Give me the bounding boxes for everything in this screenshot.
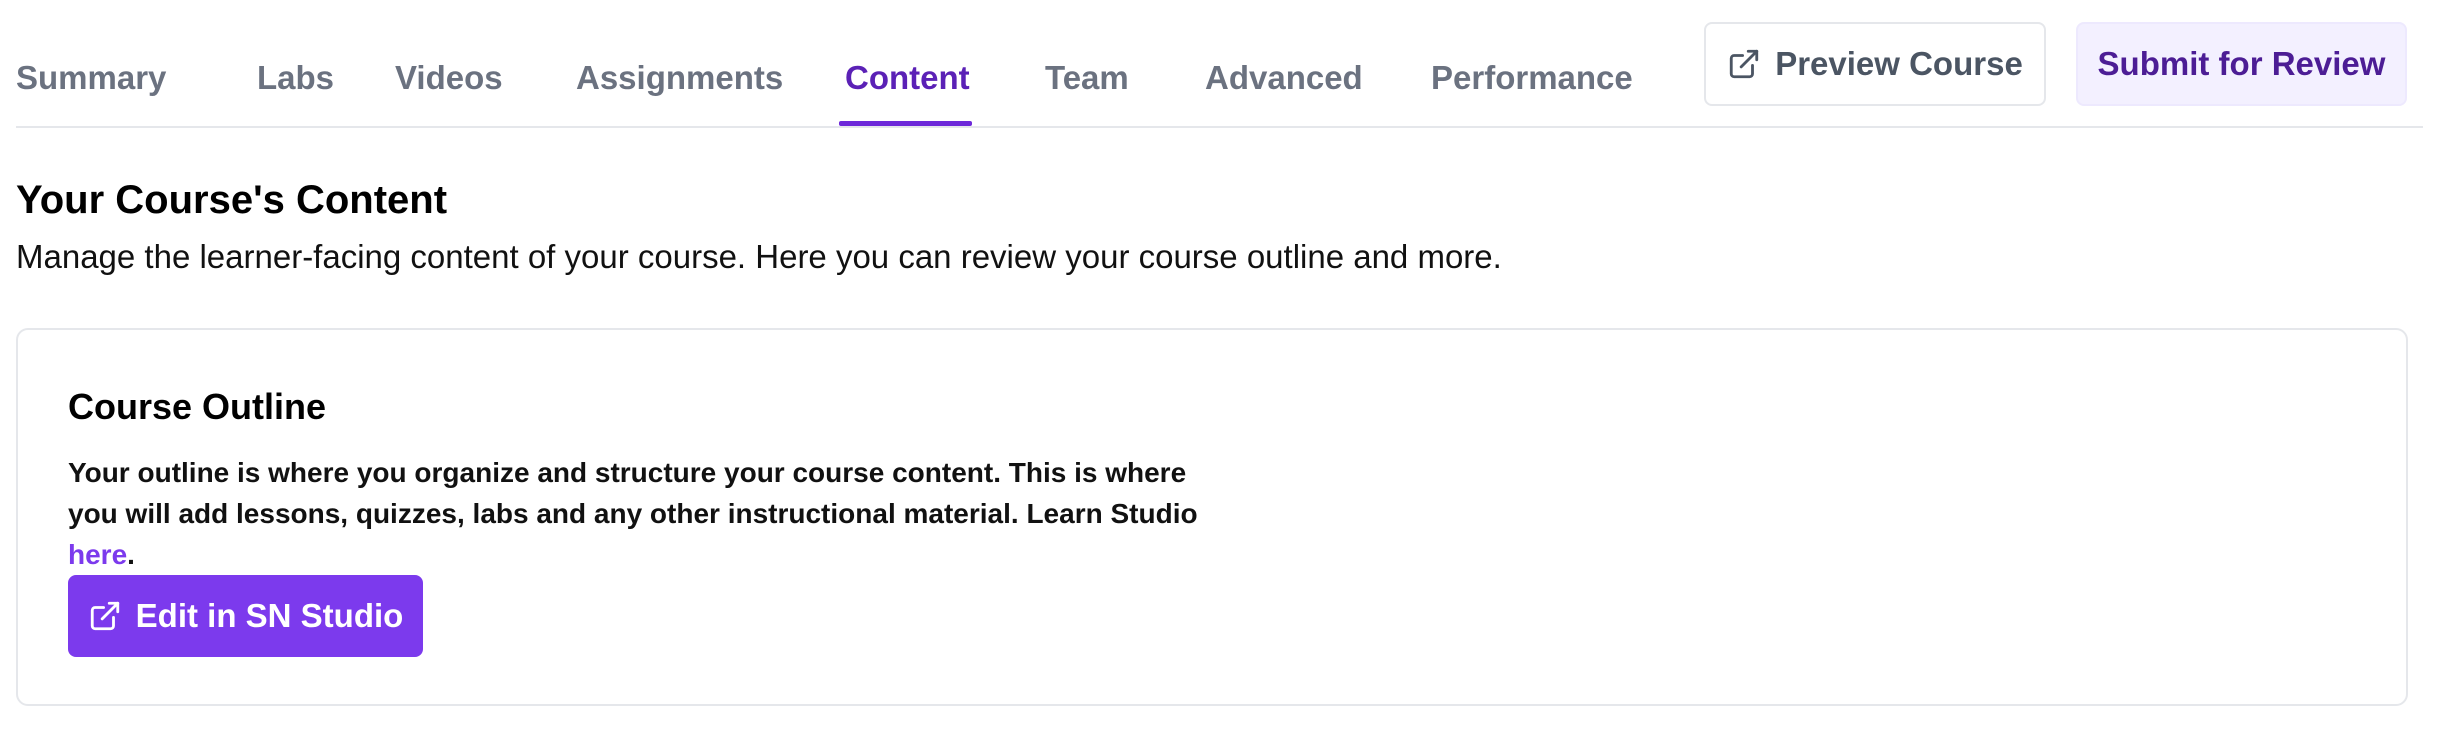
learn-studio-link[interactable]: here bbox=[68, 539, 127, 570]
tab-assignments[interactable]: Assignments bbox=[576, 54, 783, 102]
active-tab-indicator bbox=[839, 121, 972, 126]
course-outline-title: Course Outline bbox=[68, 386, 327, 427]
tab-performance[interactable]: Performance bbox=[1431, 54, 1633, 102]
tab-bar: Summary Labs Videos Assignments Content … bbox=[16, 0, 2423, 128]
external-link-icon bbox=[90, 601, 119, 631]
page-title: Your Course's Content bbox=[16, 178, 448, 222]
course-outline-description: Your outline is where you organize and s… bbox=[68, 452, 1208, 575]
preview-course-label: Preview Course bbox=[1775, 45, 2023, 82]
course-outline-card: Course Outline Your outline is where you… bbox=[16, 328, 2408, 706]
course-outline-trailing: . bbox=[127, 539, 135, 570]
page-subtitle: Manage the learner-facing content of you… bbox=[16, 238, 1502, 275]
submit-for-review-label: Submit for Review bbox=[2097, 45, 2386, 82]
tab-advanced[interactable]: Advanced bbox=[1205, 54, 1363, 102]
tab-team[interactable]: Team bbox=[1045, 54, 1129, 102]
tab-labs[interactable]: Labs bbox=[257, 54, 334, 102]
edit-in-sn-studio-label: Edit in SN Studio bbox=[135, 597, 404, 634]
external-link-icon bbox=[1730, 49, 1759, 79]
tab-content[interactable]: Content bbox=[845, 54, 970, 102]
preview-course-button[interactable]: Preview Course bbox=[1704, 22, 2046, 106]
tab-videos[interactable]: Videos bbox=[395, 54, 503, 102]
course-outline-text: Your outline is where you organize and s… bbox=[68, 457, 1198, 529]
tab-summary[interactable]: Summary bbox=[16, 54, 166, 102]
edit-in-sn-studio-button[interactable]: Edit in SN Studio bbox=[68, 575, 423, 657]
course-content-page: Summary Labs Videos Assignments Content … bbox=[0, 0, 2438, 744]
submit-for-review-button[interactable]: Submit for Review bbox=[2076, 22, 2407, 106]
